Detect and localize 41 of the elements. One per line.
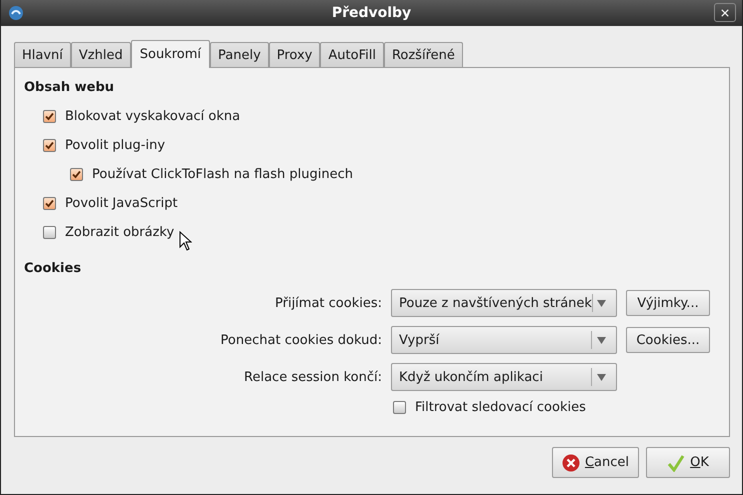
ok-button[interactable]: OK [646, 447, 730, 478]
checkbox-label: Blokovat vyskakovací okna [65, 109, 240, 124]
checkbox-label: Používat ClickToFlash na flash pluginech [92, 167, 353, 182]
field-label: Relace session končí: [244, 370, 382, 384]
cancel-button[interactable]: Cancel [552, 447, 639, 478]
tab[interactable]: AutoFill [320, 42, 384, 67]
checkbox[interactable] [43, 110, 56, 123]
close-icon [721, 8, 729, 18]
checkbox-label: Zobrazit obrázky [65, 225, 174, 240]
tab[interactable]: Hlavní [14, 42, 71, 67]
window-title: Předvolby [332, 5, 412, 21]
tab[interactable]: Rozšířené [384, 42, 463, 67]
field-label: Přijímat cookies: [275, 296, 382, 310]
tab[interactable]: Proxy [268, 42, 320, 67]
checkbox[interactable] [70, 168, 83, 181]
tab[interactable]: Soukromí [130, 40, 210, 68]
caret-icon [596, 300, 606, 306]
checkbox[interactable] [43, 197, 56, 210]
checkbox[interactable] [43, 226, 56, 239]
dropdown[interactable]: Vyprší [391, 326, 617, 354]
checkbox-label: Povolit JavaScript [65, 196, 178, 211]
caret-icon [596, 336, 606, 344]
checkbox-label: Filtrovat sledovací cookies [415, 400, 586, 415]
dialog-button[interactable]: Výjimky... [626, 290, 710, 316]
checkbox-label: Povolit plug-iny [65, 138, 166, 153]
cancel-icon [562, 454, 580, 472]
globe-icon [8, 5, 24, 21]
checkbox[interactable] [393, 401, 406, 414]
caret-icon [596, 374, 606, 380]
dialog-button[interactable]: Cookies... [626, 327, 710, 353]
tab[interactable]: Vzhled [70, 42, 131, 67]
checkmark-icon [667, 454, 686, 472]
checkbox[interactable] [43, 139, 56, 152]
close-button[interactable] [714, 3, 736, 22]
dropdown[interactable]: Když ukončím aplikaci [391, 363, 617, 391]
dropdown[interactable]: Pouze z navštívených stránek [391, 289, 617, 317]
section-heading: Cookies [24, 261, 82, 278]
tab[interactable]: Panely [210, 42, 269, 67]
cursor-icon [179, 231, 192, 251]
section-heading: Obsah webu [24, 80, 116, 97]
field-label: Ponechat cookies dokud: [220, 332, 382, 348]
